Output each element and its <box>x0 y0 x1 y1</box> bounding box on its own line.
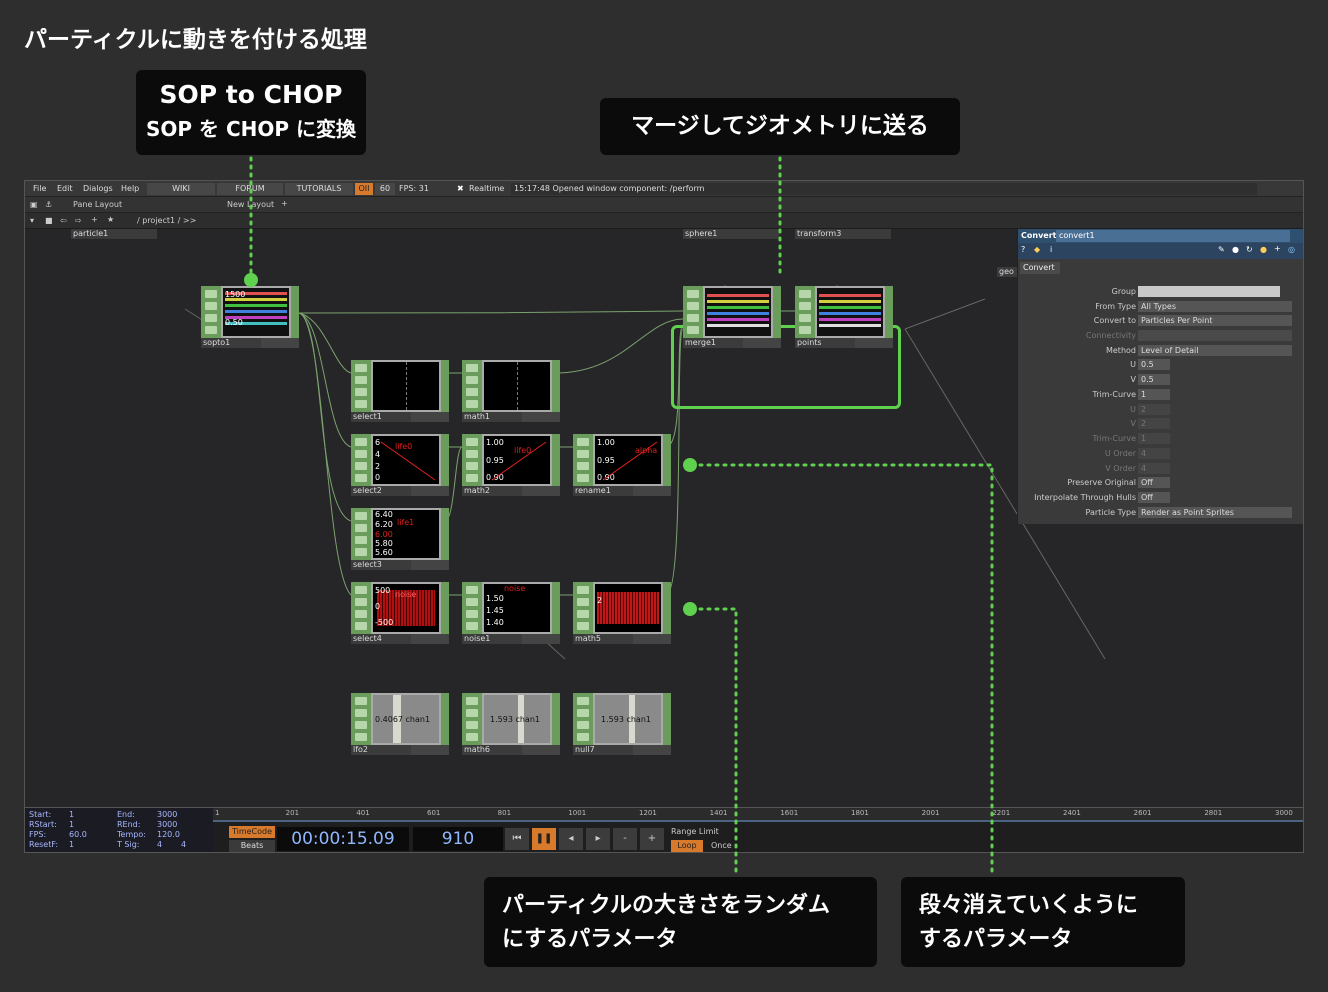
annotation-connectors <box>244 156 994 878</box>
callout-fade-out: 段々消えていくように するパラメータ <box>901 877 1185 967</box>
callout-random-size-line1: パーティクルの大きさをランダム <box>502 893 831 918</box>
callout-random-size: パーティクルの大きさをランダム にするパラメータ <box>484 877 877 967</box>
callout-fade-line2: するパラメータ <box>919 927 1073 952</box>
callout-fade-line1: 段々消えていくように <box>919 893 1138 918</box>
callout-random-size-line2: にするパラメータ <box>502 927 678 952</box>
